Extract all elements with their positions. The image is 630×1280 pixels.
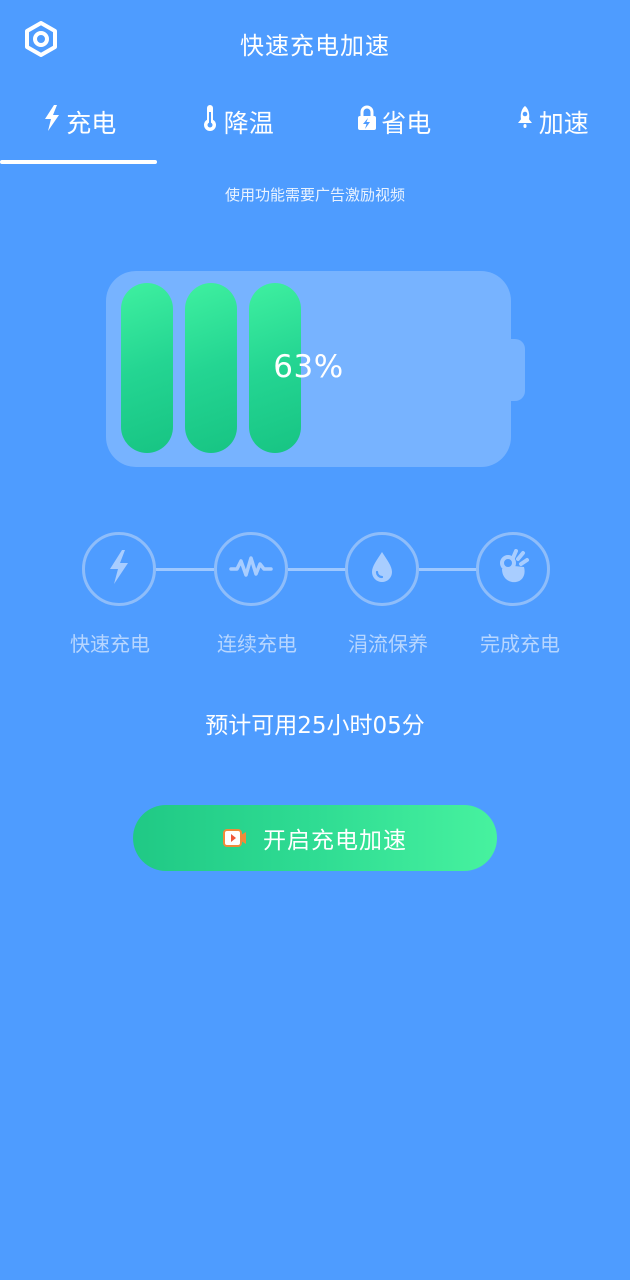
step-fast-charge [82,532,156,606]
lightning-icon [41,104,63,132]
charging-screen: 快速充电加速 充电 降温 省电 加速 使用功能需要广告激励视频 63% 快速充电… [0,0,630,1280]
step-label: 连续充电 [217,632,297,656]
tab-label: 降温 [223,109,274,138]
boost-button-label: 开启充电加速 [263,828,407,854]
ad-notice: 使用功能需要广告激励视频 [224,186,405,204]
step-connector [156,568,214,571]
pulse-icon [229,554,273,584]
step-label: 快速充电 [70,632,150,656]
mode-tabs: 充电 降温 省电 加速 [0,92,630,164]
step-trickle-maintain [345,532,419,606]
tab-label: 充电 [66,109,117,138]
start-charge-boost-button[interactable]: 开启充电加速 [133,805,497,871]
usage-estimate: 预计可用25小时05分 [205,713,425,739]
step-connector [419,568,477,571]
step-label: 完成充电 [480,632,560,656]
thermometer-icon [199,104,221,132]
step-connector [288,568,346,571]
battery-percentage: 63% [273,349,344,385]
app-header: 快速充电加速 [0,0,630,84]
tab-cooling[interactable]: 降温 [158,92,316,164]
tab-speed-up[interactable]: 加速 [473,92,630,164]
tab-charge[interactable]: 充电 [0,92,158,164]
tab-label: 省电 [381,109,432,138]
video-play-icon [223,828,247,848]
rocket-icon [514,104,536,132]
step-charge-complete [476,532,550,606]
lightning-icon [107,550,131,588]
battery-terminal [511,339,525,401]
page-title: 快速充电加速 [240,32,390,60]
tab-label: 加速 [538,109,589,138]
ok-hand-icon [496,549,530,589]
charging-steps: 快速充电 连续充电 涓流保养 完成充电 [0,532,630,662]
active-tab-indicator [0,160,157,164]
lock-bolt-icon [356,104,378,132]
drop-icon [369,550,395,588]
step-continuous-charge [214,532,288,606]
battery-graphic: 63% [106,271,511,467]
tab-power-saving[interactable]: 省电 [315,92,473,164]
step-label: 涓流保养 [348,632,428,656]
